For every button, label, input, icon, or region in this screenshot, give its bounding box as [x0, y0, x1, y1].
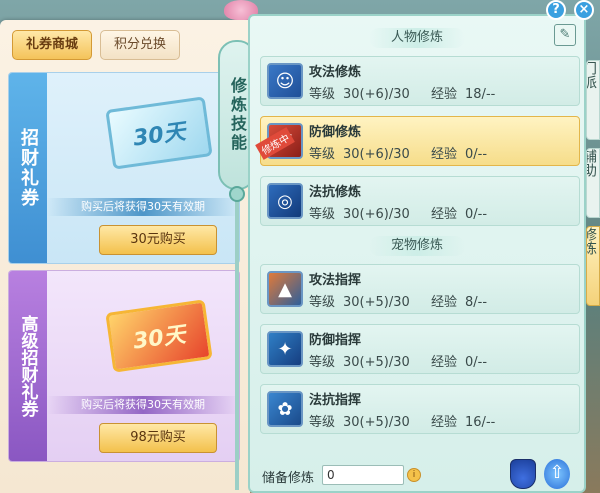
hanging-rope: [235, 200, 239, 490]
side-tab-sect[interactable]: 门派: [586, 60, 600, 140]
buy-98-button[interactable]: 98元购买: [99, 423, 217, 453]
shop-panel: 礼券商城 积分兑换 招财礼券 30天 购买后将获得30天有效期 30元购买 高级…: [0, 20, 250, 493]
voucher-desc: 购买后将获得30天有效期: [47, 198, 239, 216]
help-button[interactable]: ?: [546, 0, 566, 20]
close-button[interactable]: ×: [574, 0, 594, 20]
skill-row-pet-defense[interactable]: ✦ 防御指挥 等级 30(+5)/30 经验 0/--: [260, 324, 580, 374]
side-tab-cultivate[interactable]: 修炼: [586, 226, 600, 306]
magic-resist-icon: ◎: [267, 183, 303, 219]
attack-magic-icon: ☺: [267, 63, 303, 99]
voucher-desc: 购买后将获得30天有效期: [47, 396, 239, 414]
side-tab-assist[interactable]: 辅助: [586, 148, 600, 218]
reserve-input[interactable]: 0: [322, 465, 404, 485]
skill-row-defense[interactable]: ⛨ 修炼中 防御修炼 等级30(+6)/30 经验0/--: [255, 116, 580, 166]
skill-row-attack-magic[interactable]: ☺ 攻法修炼 等级 30(+6)/30 经验 18/--: [260, 56, 580, 106]
potion-icon[interactable]: [510, 459, 536, 489]
cultivation-panel: ✎ 人物修炼 ☺ 攻法修炼 等级30(+6)/30 经验18/-- ⛨ 修炼中 …: [248, 14, 586, 493]
coin-icon: i: [407, 468, 421, 482]
skill-row-pet-resist[interactable]: ✿ 法抗指挥 等级 30(+5)/30 经验 16/--: [260, 384, 580, 434]
voucher-card-premium: 高级招财礼券 30天 购买后将获得30天有效期 98元购买: [8, 270, 240, 462]
voucher-ticket-icon: 30天: [105, 299, 213, 373]
tab-points-exchange[interactable]: 积分兑换: [100, 30, 180, 60]
upgrade-flame-icon[interactable]: ⇧: [544, 459, 570, 489]
skill-row-magic-resist[interactable]: ◎ 法抗修炼 等级 30(+6)/30 经验 0/--: [260, 176, 580, 226]
voucher-card-basic: 招财礼券 30天 购买后将获得30天有效期 30元购买: [8, 72, 240, 264]
knob-ornament-icon: [229, 186, 245, 202]
voucher-ticket-icon: 30天: [105, 96, 213, 170]
voucher-card-title: 高级招财礼券: [9, 271, 47, 461]
footer-bar: 储备修炼 0 i ⇧: [250, 459, 584, 491]
pet-resist-icon: ✿: [267, 391, 303, 427]
section-title-person: 人物修炼: [250, 28, 584, 48]
voucher-card-title: 招财礼券: [9, 73, 47, 263]
reserve-label: 储备修炼: [262, 471, 315, 486]
pet-defense-icon: ✦: [267, 331, 303, 367]
buy-30-button[interactable]: 30元购买: [99, 225, 217, 255]
pet-attack-icon: ▲: [267, 271, 303, 307]
tab-voucher-shop[interactable]: 礼券商城: [12, 30, 92, 60]
skill-row-pet-attack[interactable]: ▲ 攻法指挥 等级 30(+5)/30 经验 8/--: [260, 264, 580, 314]
section-title-pet: 宠物修炼: [250, 236, 584, 256]
